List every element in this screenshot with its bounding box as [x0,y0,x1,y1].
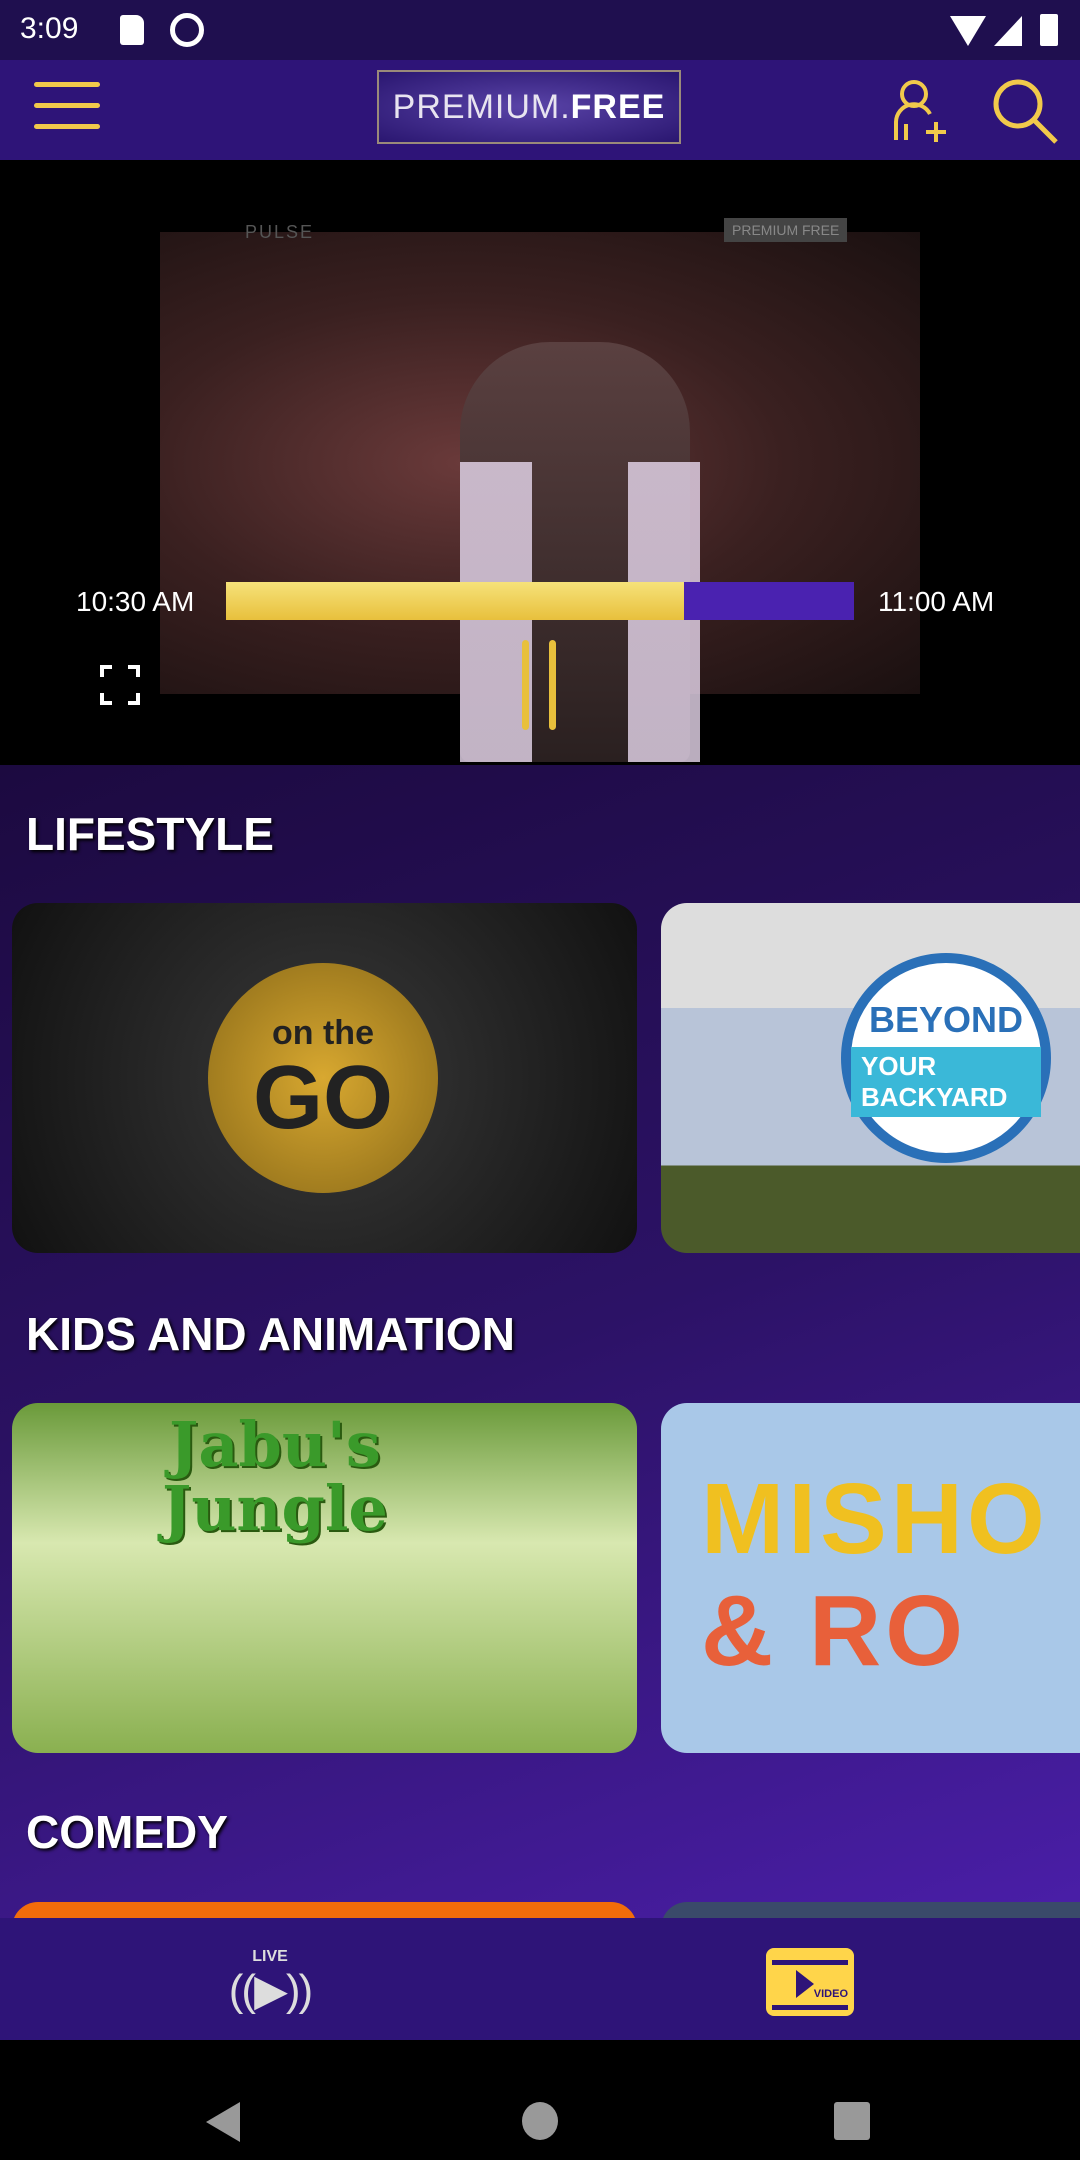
brand-watermark: PREMIUM FREE [724,218,848,242]
end-time: 11:00 AM [878,586,995,617]
nav-live[interactable]: LIVE ((▶)) [215,1948,325,2028]
video-player[interactable]: PULSE PREMIUM FREE 10:30 AM 11:00 AM [0,160,1080,765]
card-comedy-1[interactable] [12,1902,637,1918]
channel-watermark: PULSE [245,222,315,242]
sd-card-icon [120,15,144,45]
signal-icon [994,16,1022,46]
bottom-nav: LIVE ((▶)) VIDEO [0,1918,1080,2040]
app-header: PREMIUM. FREE [0,60,1080,160]
section-title-comedy: COMEDY [26,1806,228,1858]
card-comedy-2[interactable] [661,1902,1080,1918]
card-jabus-jungle[interactable]: Jabu's Jungle [12,1403,637,1753]
progress-bar[interactable] [226,582,854,620]
progress-fill [226,582,685,620]
misho-logo: MISHO & RO [701,1463,1071,1687]
status-bar: 3:09 [0,0,1080,60]
recents-icon[interactable] [834,2102,870,2140]
pause-icon[interactable] [522,640,556,730]
video-frame [160,232,920,762]
section-title-lifestyle: LIFESTYLE [26,808,274,860]
clock: 3:09 [20,12,79,45]
data-saver-icon [170,13,204,47]
misho-logo-main: & RO [701,1575,967,1687]
on-the-go-logo: on the GO [208,963,438,1193]
menu-icon[interactable] [34,82,100,132]
play-icon [796,1970,814,1998]
live-broadcast-icon: ((▶)) [228,1966,313,2015]
video-label: VIDEO [813,1988,848,2000]
start-time: 10:30 AM [76,586,195,617]
fullscreen-icon[interactable] [100,665,140,705]
section-title-kids: KIDS AND ANIMATION [26,1308,515,1360]
back-icon[interactable] [206,2102,240,2142]
wifi-icon [950,16,986,46]
card-beyond-your-backyard[interactable]: BEYOND YOUR BACKYARD [661,903,1080,1253]
home-icon[interactable] [522,2102,558,2140]
misho-logo-top: MISHO [701,1463,1049,1575]
card-misho-and-ro[interactable]: MISHO & RO [661,1403,1080,1753]
jabus-jungle-logo: Jabu's Jungle [162,1408,388,1545]
app-logo: PREMIUM. FREE [377,70,681,144]
logo-text-light: PREMIUM. [392,87,571,126]
card-on-the-go[interactable]: on the GO [12,903,637,1253]
beyond-your-backyard-logo: BEYOND YOUR BACKYARD [841,953,1051,1163]
nav-video[interactable]: VIDEO [766,1948,854,2016]
system-nav-bar [0,2040,1080,2160]
content-feed[interactable]: LIFESTYLE on the GO BEYOND YOUR BACKYARD K… [0,765,1080,1918]
add-user-icon[interactable] [890,76,954,146]
battery-icon [1040,14,1058,46]
logo-text-bold: FREE [570,87,666,126]
live-label: LIVE [252,1948,288,1965]
search-icon[interactable] [990,76,1060,146]
